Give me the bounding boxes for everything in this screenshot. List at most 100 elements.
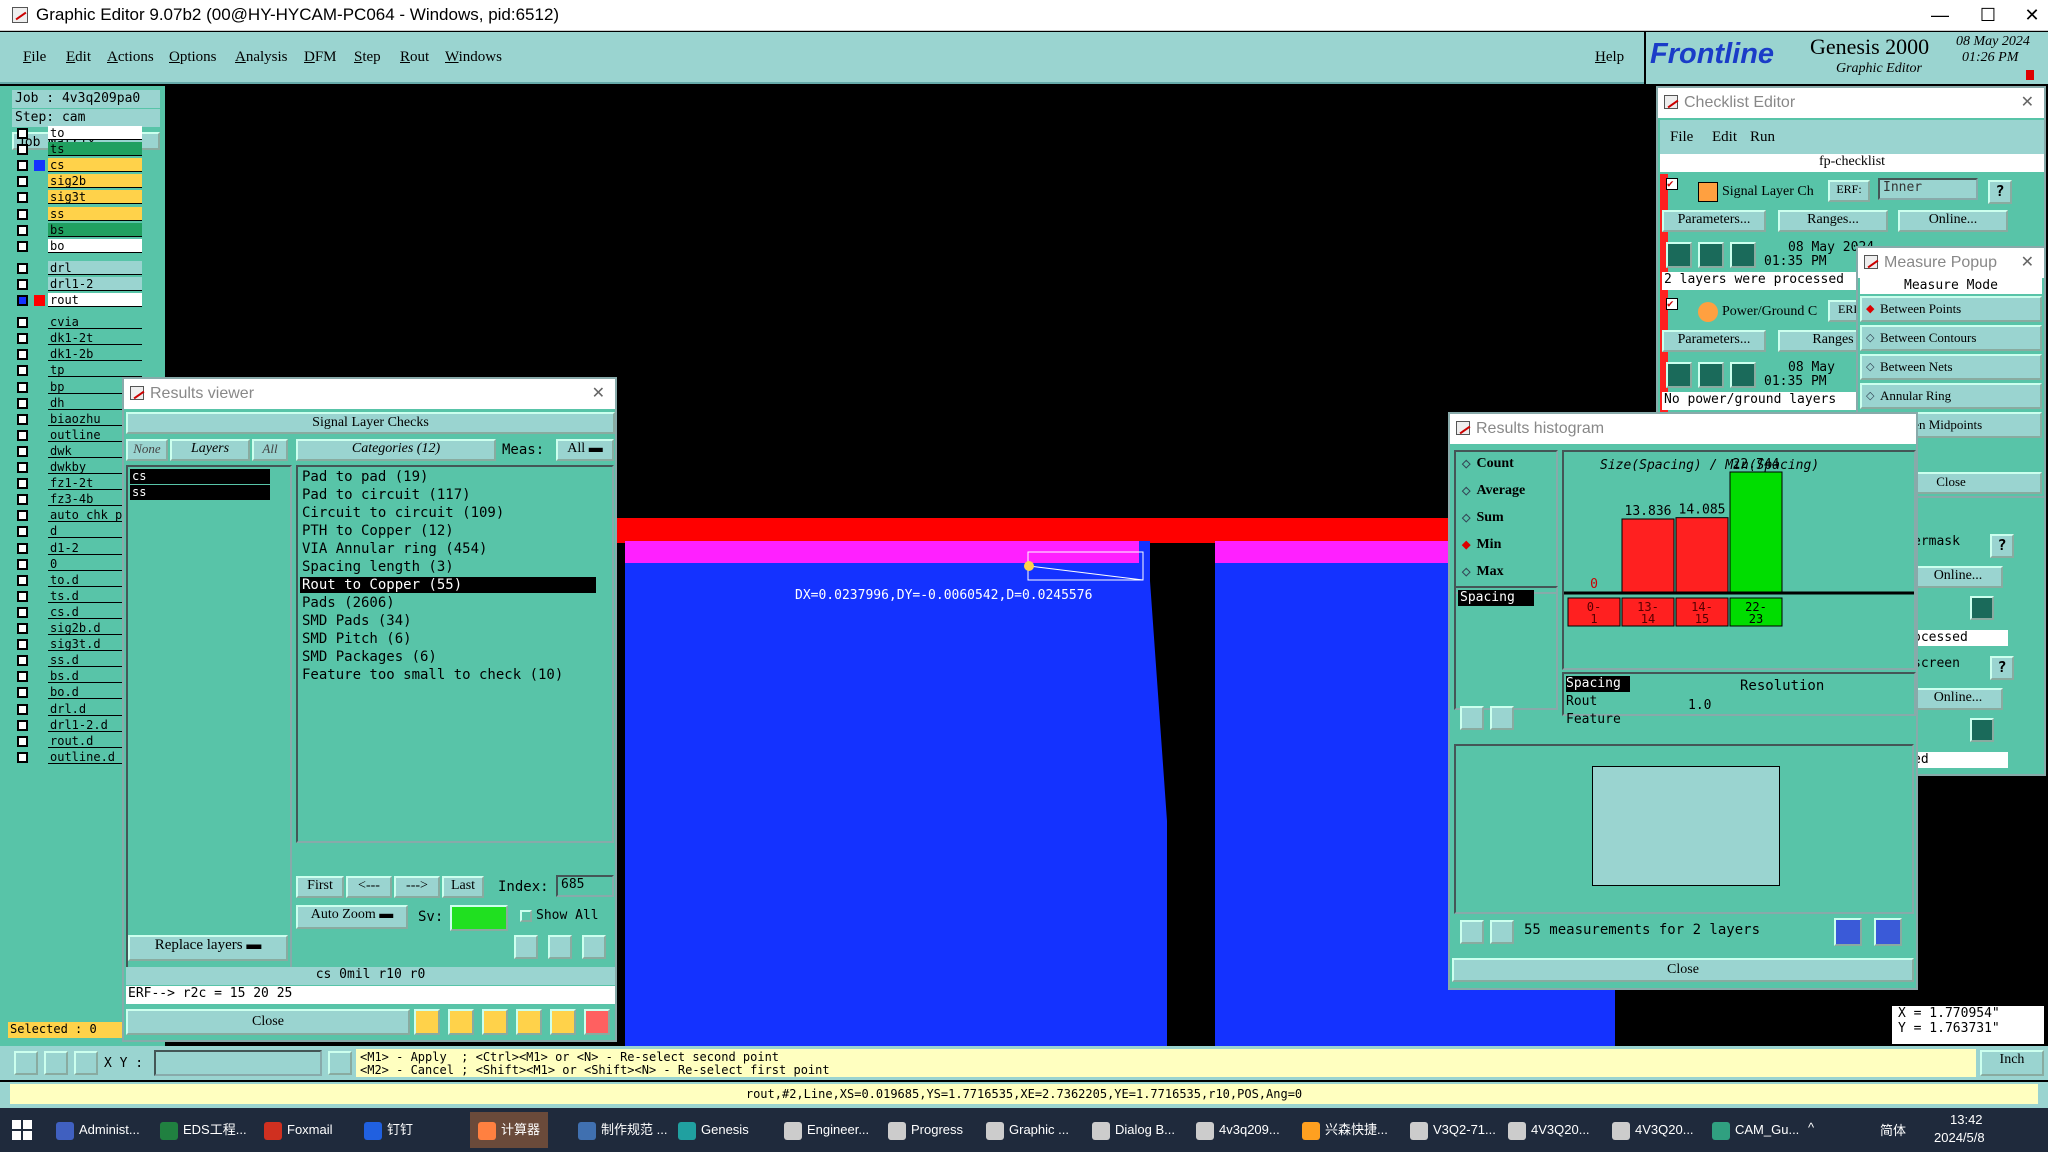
tray-chevron-icon[interactable]: ^ [1808, 1120, 1814, 1135]
check-1-online[interactable]: Online... [1898, 210, 2008, 232]
categories-button[interactable]: Categories (12) [296, 439, 496, 461]
layer-checkbox[interactable] [17, 478, 28, 490]
stat-option[interactable]: ◇ Average [1462, 483, 1525, 499]
attr-rout[interactable]: Rout [1566, 694, 1597, 709]
checklist-menu-file[interactable]: File [1670, 129, 1693, 146]
taskbar-item[interactable]: 兴森快捷... [1302, 1112, 1388, 1148]
zoom-icon[interactable] [1970, 596, 1994, 620]
category-item[interactable]: Rout to Copper (55) [300, 577, 596, 593]
category-item[interactable]: Spacing length (3) [300, 559, 596, 575]
histogram-close-button[interactable]: Close [1452, 958, 1914, 982]
undo-icon[interactable] [582, 935, 606, 959]
run-icon[interactable] [1666, 362, 1692, 388]
zoom-icon[interactable] [1874, 918, 1902, 946]
layer-name[interactable]: dk1-2t [48, 331, 142, 346]
tool-icon[interactable] [550, 1009, 576, 1035]
run-icon[interactable] [1730, 242, 1756, 268]
layer-checkbox[interactable] [17, 365, 28, 377]
layer-row[interactable]: outline [12, 427, 142, 443]
layer-row[interactable]: sig3t [12, 190, 142, 205]
menu-rout[interactable]: Rout [400, 49, 429, 66]
layer-checkbox[interactable] [17, 333, 28, 345]
layer-row[interactable]: dk1-2b [12, 347, 142, 362]
zoom-icon[interactable] [1970, 718, 1994, 742]
layer-checkbox[interactable] [17, 317, 28, 329]
layer-checkbox[interactable] [17, 208, 28, 220]
layer-row[interactable]: drl1-2.d [12, 717, 142, 733]
layer-row[interactable]: ss [12, 206, 142, 222]
category-item[interactable]: PTH to Copper (12) [300, 523, 596, 539]
layer-checkbox[interactable] [17, 687, 28, 699]
layer-checkbox[interactable] [17, 349, 28, 361]
layer-checkbox[interactable] [17, 160, 28, 172]
stat-option[interactable]: ◇ Sum [1462, 510, 1504, 526]
result-layer-item[interactable]: cs [130, 469, 270, 484]
checklist-menu-run[interactable]: Run [1750, 129, 1775, 146]
layer-row[interactable]: bo [12, 238, 142, 254]
layer-checkbox[interactable] [17, 526, 28, 538]
category-item[interactable]: Pads (2606) [300, 595, 596, 611]
taskbar-item[interactable]: Engineer... [784, 1112, 869, 1148]
delete-icon[interactable] [1460, 706, 1484, 730]
grid-icon[interactable] [74, 1051, 98, 1075]
layer-name[interactable]: drl1-2 [48, 276, 142, 291]
layer-name[interactable]: ss [48, 206, 142, 221]
none-button[interactable]: None [126, 439, 168, 461]
layer-checkbox[interactable] [17, 751, 28, 763]
tool-icon[interactable] [482, 1009, 508, 1035]
tool-icon[interactable] [414, 1009, 440, 1035]
layer-name[interactable]: sig3t [48, 190, 142, 205]
measure-mode-option[interactable]: ◇ Between Contours [1860, 325, 2042, 351]
layer-row[interactable]: dk1-2t [12, 331, 142, 346]
layer-row[interactable]: d [12, 524, 142, 539]
layer-checkbox[interactable] [17, 494, 28, 506]
layer-row[interactable]: d1-2 [12, 540, 142, 556]
taskbar-item[interactable]: CAM_Gu... [1712, 1112, 1799, 1148]
layer-checkbox[interactable] [17, 176, 28, 188]
layer-row[interactable]: drl1-2 [12, 276, 142, 292]
layer-name[interactable]: ts [48, 142, 142, 157]
taskbar-item[interactable]: Graphic ... [986, 1112, 1069, 1148]
zoom-icon[interactable] [1834, 918, 1862, 946]
layer-name[interactable]: sig2b [48, 174, 142, 189]
taskbar-item[interactable]: EDS工程... [160, 1112, 247, 1148]
histogram-bar[interactable] [1621, 518, 1675, 593]
maximize-button[interactable]: ☐ [1966, 2, 2010, 28]
layer-row[interactable]: auto_chk_p [12, 508, 142, 523]
layer-name[interactable]: drl [48, 260, 142, 275]
menu-file[interactable]: File [23, 49, 46, 66]
taskbar-item[interactable]: 制作规范 ... [578, 1112, 667, 1148]
first-button[interactable]: First [296, 876, 344, 898]
refresh-icon[interactable] [1490, 920, 1514, 944]
ime-indicator[interactable]: 简体 [1880, 1120, 1906, 1139]
chart-icon[interactable] [584, 1009, 610, 1035]
layer-checkbox[interactable] [17, 278, 28, 290]
check-1-ranges[interactable]: Ranges... [1778, 210, 1888, 232]
close-icon[interactable]: ✕ [2021, 88, 2034, 118]
layer-checkbox[interactable] [17, 606, 28, 618]
layer-checkbox[interactable] [17, 295, 28, 306]
pen-icon[interactable] [44, 1051, 68, 1075]
taskbar-item[interactable]: 4V3Q20... [1612, 1112, 1694, 1148]
run-icon[interactable] [1698, 242, 1724, 268]
help-icon[interactable]: ? [1988, 180, 2012, 204]
layer-row[interactable]: sig2b.d [12, 621, 142, 636]
layer-name[interactable]: tp [48, 363, 142, 378]
layer-checkbox[interactable] [17, 510, 28, 522]
layer-checkbox[interactable] [17, 590, 28, 602]
layer-checkbox[interactable] [17, 144, 28, 156]
menu-analysis[interactable]: Analysis [235, 49, 288, 66]
layer-checkbox[interactable] [17, 623, 28, 634]
layer-checkbox[interactable] [17, 413, 28, 425]
tool-icon[interactable] [448, 1009, 474, 1035]
layer-row[interactable]: sig3t.d [12, 637, 142, 652]
minimize-button[interactable]: — [1918, 2, 1962, 28]
layer-row[interactable]: tp [12, 363, 142, 378]
attr-feature[interactable]: Feature [1566, 712, 1621, 727]
check-1-checkbox[interactable]: ✔ [1666, 178, 1678, 190]
layer-row[interactable]: 0 [12, 556, 142, 572]
delete-icon[interactable] [514, 935, 538, 959]
close-button[interactable]: Close [126, 1009, 410, 1035]
taskbar-item[interactable]: 钉钉 [364, 1112, 413, 1148]
layer-name[interactable]: to [48, 126, 142, 140]
